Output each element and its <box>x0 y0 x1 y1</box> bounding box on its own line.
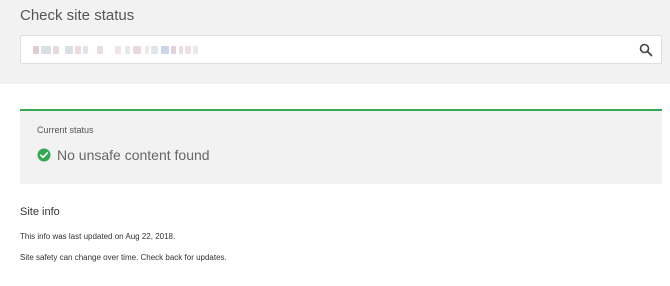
search-input[interactable] <box>31 40 611 59</box>
check-circle-icon <box>37 148 51 162</box>
current-status-card: Current status No unsafe content found <box>20 109 662 184</box>
search-box[interactable] <box>20 35 662 64</box>
site-info-heading: Site info <box>20 206 60 218</box>
last-updated-text: This info was last updated on Aug 22, 20… <box>20 232 176 241</box>
status-text: No unsafe content found <box>57 147 210 163</box>
safety-note-text: Site safety can change over time. Check … <box>20 253 227 262</box>
check-site-header: Check site status <box>0 0 670 84</box>
status-label: Current status <box>37 125 94 135</box>
page-title: Check site status <box>20 7 135 24</box>
search-icon[interactable] <box>638 42 654 58</box>
